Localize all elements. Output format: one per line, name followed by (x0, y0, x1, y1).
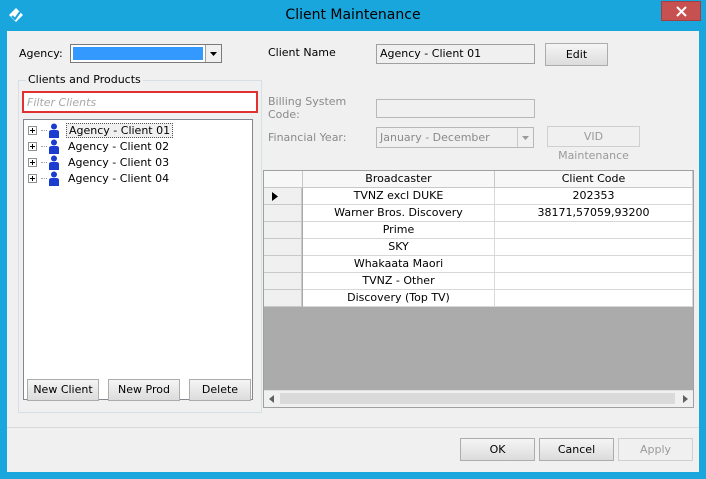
agency-dropdown-arrow[interactable] (205, 45, 221, 62)
client-maintenance-window: Client Maintenance Agency: Clients and P… (0, 0, 706, 479)
grid-corner-header (264, 171, 303, 188)
plus-expander-icon[interactable] (28, 173, 37, 183)
broadcaster-column-header[interactable]: Broadcaster (303, 171, 495, 188)
apply-button[interactable]: Apply (618, 438, 693, 461)
row-header[interactable] (264, 256, 302, 273)
client-code-cell[interactable] (495, 290, 693, 307)
tree-item-label: Agency - Client 02 (68, 139, 170, 153)
edit-button[interactable]: Edit (545, 43, 608, 66)
cancel-button[interactable]: Cancel (539, 438, 614, 461)
title-bar[interactable]: Client Maintenance (0, 0, 706, 31)
clients-tree[interactable]: Agency - Client 01 Agency - Client 02 Ag… (23, 119, 253, 400)
person-icon (49, 123, 59, 138)
row-header[interactable] (264, 273, 302, 290)
plus-expander-icon[interactable] (28, 157, 37, 167)
client-code-cell[interactable] (495, 256, 693, 273)
vid-maintenance-button[interactable]: VID Maintenance (547, 126, 640, 162)
chevron-down-icon (522, 135, 529, 140)
person-icon (49, 139, 59, 154)
tree-item-client-01[interactable]: Agency - Client 01 (28, 122, 174, 138)
tree-item-client-03[interactable]: Agency - Client 03 (28, 154, 171, 170)
row-header[interactable] (264, 188, 302, 205)
broadcaster-cell[interactable]: TVNZ - Other (303, 273, 495, 290)
tree-item-label: Agency - Client 03 (68, 155, 170, 169)
chevron-down-icon (210, 51, 217, 56)
dialog-body: Agency: Clients and Products Filter Clie… (7, 31, 699, 472)
client-name-label: Client Name (268, 46, 336, 59)
client-code-cell[interactable]: 38171,57059,93200 (495, 205, 693, 222)
close-icon (675, 5, 687, 17)
billing-system-label-code: Code: (268, 108, 300, 121)
agency-dropdown[interactable] (70, 44, 222, 63)
scroll-thumb[interactable] (280, 393, 675, 404)
broadcaster-cell[interactable]: Warner Bros. Discovery (303, 205, 495, 222)
window-title: Client Maintenance (285, 7, 421, 23)
tree-item-client-02[interactable]: Agency - Client 02 (28, 138, 171, 154)
footer-separator (7, 427, 699, 428)
delete-button[interactable]: Delete (189, 379, 251, 401)
tree-item-client-04[interactable]: Agency - Client 04 (28, 170, 171, 186)
new-prod-button[interactable]: New Prod (108, 379, 180, 401)
broadcaster-cell[interactable]: Prime (303, 222, 495, 239)
tree-item-label: Agency - Client 01 (66, 122, 174, 138)
client-code-cell[interactable]: 202353 (495, 188, 693, 205)
client-code-column-header[interactable]: Client Code (495, 171, 693, 188)
client-code-cell[interactable] (495, 239, 693, 256)
financial-year-dropdown-arrow[interactable] (517, 128, 533, 147)
row-header[interactable] (264, 239, 302, 256)
client-name-field[interactable]: Agency - Client 01 (376, 44, 535, 64)
billing-system-code-field[interactable] (376, 99, 535, 118)
clients-products-title: Clients and Products (26, 73, 143, 86)
row-header[interactable] (264, 205, 302, 222)
client-code-cell[interactable] (495, 273, 693, 290)
person-icon (49, 171, 59, 186)
filter-clients-input[interactable]: Filter Clients (22, 91, 258, 113)
financial-year-dropdown[interactable]: January - December (376, 127, 534, 148)
broadcaster-cell[interactable]: Discovery (Top TV) (303, 290, 495, 307)
person-icon (49, 155, 59, 170)
agency-label: Agency: (19, 47, 63, 60)
close-button[interactable] (661, 1, 701, 21)
filter-clients-placeholder: Filter Clients (27, 96, 97, 109)
row-pointer-icon (272, 192, 278, 201)
ok-button[interactable]: OK (460, 438, 535, 461)
new-client-button[interactable]: New Client (27, 379, 99, 401)
broadcaster-cell[interactable]: SKY (303, 239, 495, 256)
broadcaster-cell[interactable]: Whakaata Maori (303, 256, 495, 273)
billing-system-label: Billing System (268, 95, 347, 108)
plus-expander-icon[interactable] (28, 125, 37, 135)
agency-selected-value (73, 47, 203, 60)
scroll-right-icon[interactable] (683, 395, 688, 403)
broadcaster-grid[interactable]: Broadcaster Client Code TVNZ excl DUKE 2… (263, 170, 694, 408)
client-code-cell[interactable] (495, 222, 693, 239)
tree-item-label: Agency - Client 04 (68, 171, 170, 185)
financial-year-value: January - December (380, 131, 490, 144)
row-header[interactable] (264, 222, 302, 239)
grid-horizontal-scrollbar[interactable] (264, 390, 693, 407)
scroll-left-icon[interactable] (269, 395, 274, 403)
row-header[interactable] (264, 290, 302, 307)
plus-expander-icon[interactable] (28, 141, 37, 151)
broadcaster-cell[interactable]: TVNZ excl DUKE (303, 188, 495, 205)
financial-year-label: Financial Year: (268, 131, 347, 144)
